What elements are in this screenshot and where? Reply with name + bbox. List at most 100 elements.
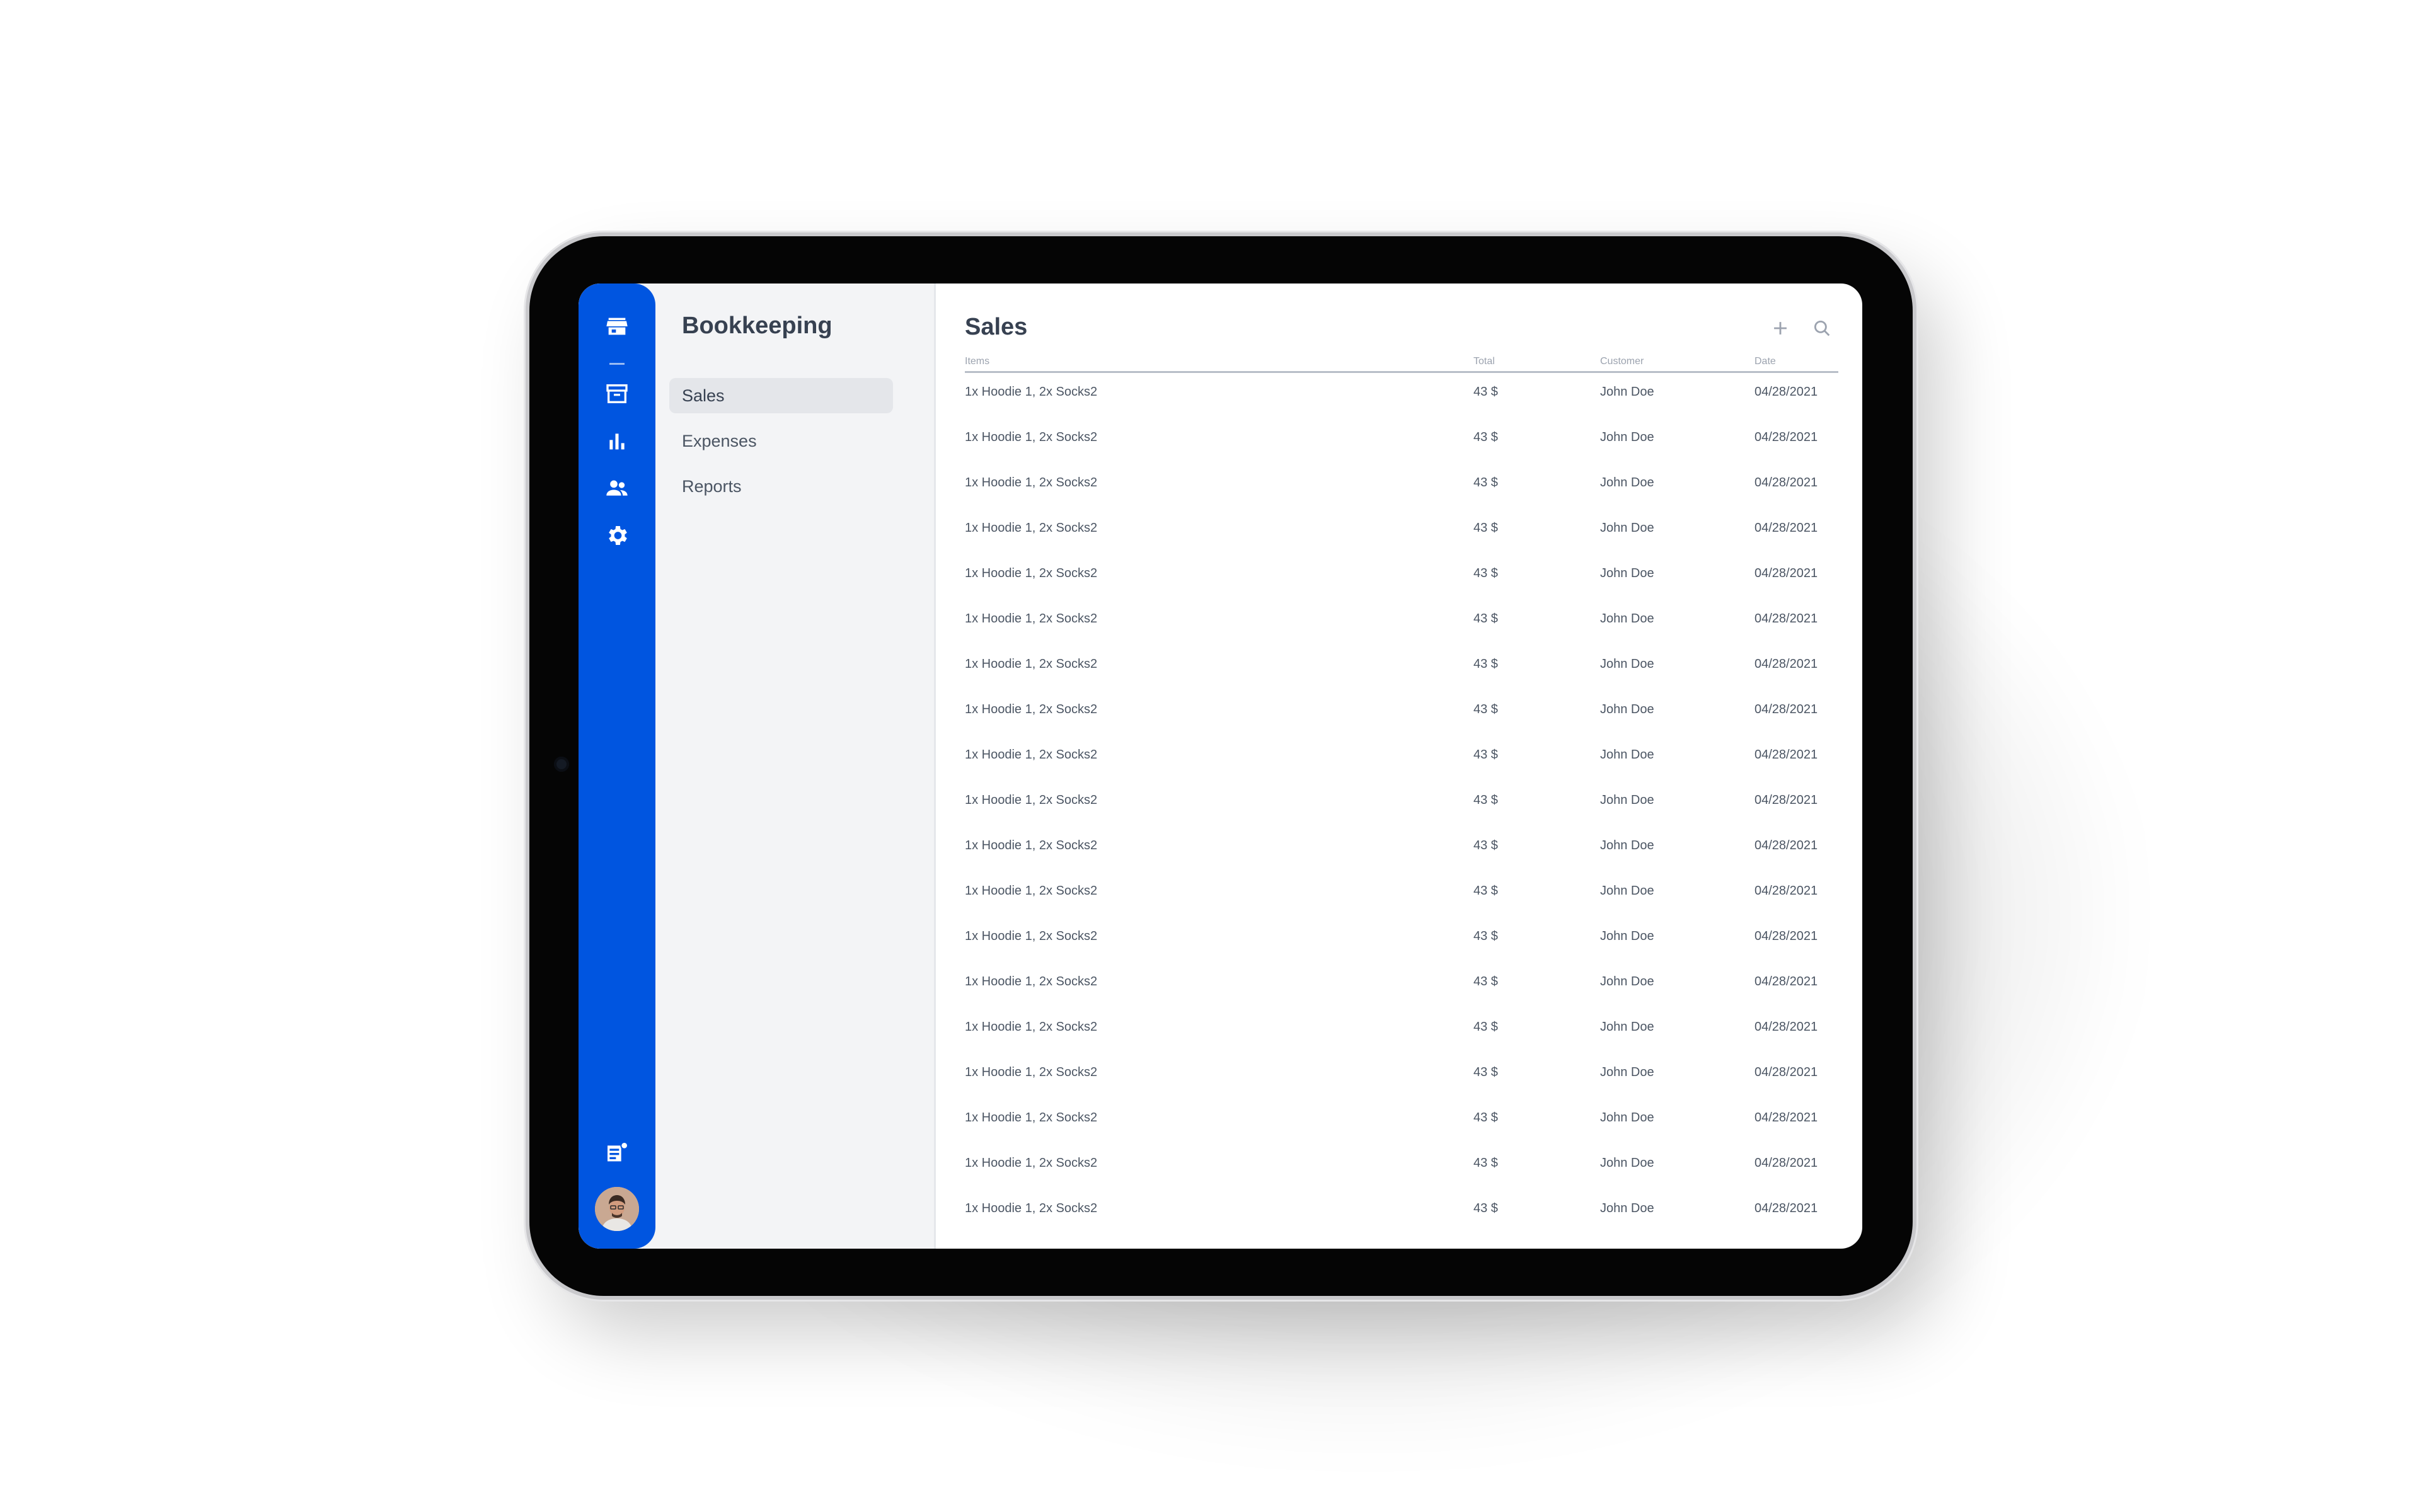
cell-items: 1x Hoodie 1, 2x Socks2 <box>965 1156 1098 1170</box>
table-row[interactable]: 1x Hoodie 1, 2x Socks2 43 $ John Doe 04/28/… <box>965 600 1838 646</box>
column-header-date[interactable]: Date <box>1754 356 1776 367</box>
cell-customer: John Doe <box>1600 1065 1654 1079</box>
table-row[interactable]: 1x Hoodie 1, 2x Socks2 43 $ John Doe 04/28/… <box>965 1009 1838 1054</box>
front-camera <box>554 757 569 772</box>
cell-customer: John Doe <box>1600 702 1654 716</box>
table-row[interactable]: 1x Hoodie 1, 2x Socks2 43 $ John Doe 04/28/… <box>965 464 1838 510</box>
cell-customer: John Doe <box>1600 975 1654 988</box>
table-row[interactable]: 1x Hoodie 1, 2x Socks2 43 $ John Doe 04/28/… <box>965 1099 1838 1145</box>
rail-divider <box>609 363 625 365</box>
main-content: Sales Items Total Customer Date 1x Hoodi… <box>934 284 1862 1249</box>
cell-total: 43 $ <box>1473 975 1498 988</box>
cell-date: 04/28/2021 <box>1754 929 1818 943</box>
cell-date: 04/28/2021 <box>1754 521 1818 535</box>
cell-customer: John Doe <box>1600 657 1654 671</box>
page-title: Sales <box>965 314 1028 340</box>
cell-total: 43 $ <box>1473 430 1498 444</box>
cell-total: 43 $ <box>1473 1111 1498 1125</box>
table-row[interactable]: 1x Hoodie 1, 2x Socks2 43 $ John Doe 04/28/… <box>965 918 1838 963</box>
cell-customer: John Doe <box>1600 1156 1654 1170</box>
add-icon[interactable] <box>1770 318 1791 339</box>
cell-total: 43 $ <box>1473 385 1498 399</box>
cell-date: 04/28/2021 <box>1754 476 1818 490</box>
cell-total: 43 $ <box>1473 612 1498 626</box>
column-header-total[interactable]: Total <box>1473 356 1495 367</box>
cell-customer: John Doe <box>1600 839 1654 852</box>
cell-items: 1x Hoodie 1, 2x Socks2 <box>965 702 1098 716</box>
table-row[interactable]: 1x Hoodie 1, 2x Socks2 43 $ John Doe 04/28/… <box>965 374 1838 419</box>
column-header-items[interactable]: Items <box>965 356 989 367</box>
cell-date: 04/28/2021 <box>1754 975 1818 988</box>
cell-total: 43 $ <box>1473 884 1498 898</box>
table-header: Items Total Customer Date <box>965 356 1838 373</box>
sidebar-item-sales[interactable]: Sales <box>669 378 893 413</box>
archive-icon[interactable] <box>604 381 630 406</box>
cell-total: 43 $ <box>1473 839 1498 852</box>
bar-chart-icon[interactable] <box>604 428 630 454</box>
cell-total: 43 $ <box>1473 748 1498 762</box>
table-row[interactable]: 1x Hoodie 1, 2x Socks2 43 $ John Doe 04/28/… <box>965 782 1838 827</box>
cell-date: 04/28/2021 <box>1754 884 1818 898</box>
users-icon[interactable] <box>604 476 630 501</box>
table-row[interactable]: 1x Hoodie 1, 2x Socks2 43 $ John Doe 04/28/… <box>965 736 1838 782</box>
cell-items: 1x Hoodie 1, 2x Socks2 <box>965 1065 1098 1079</box>
cell-customer: John Doe <box>1600 1020 1654 1034</box>
cell-date: 04/28/2021 <box>1754 1156 1818 1170</box>
cell-items: 1x Hoodie 1, 2x Socks2 <box>965 612 1098 626</box>
table-row[interactable]: 1x Hoodie 1, 2x Socks2 43 $ John Doe 04/28/… <box>965 555 1838 600</box>
cell-date: 04/28/2021 <box>1754 657 1818 671</box>
sales-table-body: 1x Hoodie 1, 2x Socks2 43 $ John Doe 04/28/… <box>965 374 1838 1235</box>
cell-customer: John Doe <box>1600 521 1654 535</box>
cell-items: 1x Hoodie 1, 2x Socks2 <box>965 1201 1098 1215</box>
cell-total: 43 $ <box>1473 1065 1498 1079</box>
sidebar-item-reports[interactable]: Reports <box>669 469 893 504</box>
column-header-customer[interactable]: Customer <box>1600 356 1644 367</box>
settings-icon[interactable] <box>604 523 630 548</box>
cell-total: 43 $ <box>1473 702 1498 716</box>
table-row[interactable]: 1x Hoodie 1, 2x Socks2 43 $ John Doe 04/28/… <box>965 691 1838 736</box>
cell-date: 04/28/2021 <box>1754 612 1818 626</box>
cell-date: 04/28/2021 <box>1754 748 1818 762</box>
cell-items: 1x Hoodie 1, 2x Socks2 <box>965 566 1098 580</box>
cell-items: 1x Hoodie 1, 2x Socks2 <box>965 929 1098 943</box>
store-icon[interactable] <box>604 314 630 339</box>
cell-customer: John Doe <box>1600 793 1654 807</box>
cell-customer: John Doe <box>1600 476 1654 490</box>
search-icon[interactable] <box>1811 318 1833 339</box>
notes-icon[interactable] <box>604 1140 630 1166</box>
cell-date: 04/28/2021 <box>1754 1201 1818 1215</box>
cell-customer: John Doe <box>1600 748 1654 762</box>
sidebar-item-expenses[interactable]: Expenses <box>669 423 893 459</box>
cell-customer: John Doe <box>1600 612 1654 626</box>
table-row[interactable]: 1x Hoodie 1, 2x Socks2 43 $ John Doe 04/28/… <box>965 646 1838 691</box>
cell-items: 1x Hoodie 1, 2x Socks2 <box>965 521 1098 535</box>
cell-customer: John Doe <box>1600 929 1654 943</box>
cell-items: 1x Hoodie 1, 2x Socks2 <box>965 1020 1098 1034</box>
cell-date: 04/28/2021 <box>1754 839 1818 852</box>
user-avatar[interactable] <box>595 1187 639 1231</box>
sidebar-title: Bookkeeping <box>682 312 833 339</box>
table-row[interactable]: 1x Hoodie 1, 2x Socks2 43 $ John Doe 04/28/… <box>965 1190 1838 1235</box>
cell-total: 43 $ <box>1473 1156 1498 1170</box>
cell-date: 04/28/2021 <box>1754 430 1818 444</box>
cell-customer: John Doe <box>1600 884 1654 898</box>
cell-items: 1x Hoodie 1, 2x Socks2 <box>965 884 1098 898</box>
table-row[interactable]: 1x Hoodie 1, 2x Socks2 43 $ John Doe 04/28/… <box>965 873 1838 918</box>
table-row[interactable]: 1x Hoodie 1, 2x Socks2 43 $ John Doe 04/28/… <box>965 510 1838 555</box>
cell-total: 43 $ <box>1473 793 1498 807</box>
cell-date: 04/28/2021 <box>1754 566 1818 580</box>
table-row[interactable]: 1x Hoodie 1, 2x Socks2 43 $ John Doe 04/28/… <box>965 827 1838 873</box>
table-row[interactable]: 1x Hoodie 1, 2x Socks2 43 $ John Doe 04/28/… <box>965 1145 1838 1190</box>
cell-total: 43 $ <box>1473 1201 1498 1215</box>
cell-date: 04/28/2021 <box>1754 793 1818 807</box>
cell-total: 43 $ <box>1473 1020 1498 1034</box>
section-sidebar: Bookkeeping Sales Expenses Reports <box>643 284 936 1249</box>
table-row[interactable]: 1x Hoodie 1, 2x Socks2 43 $ John Doe 04/28/… <box>965 963 1838 1009</box>
cell-items: 1x Hoodie 1, 2x Socks2 <box>965 1111 1098 1125</box>
cell-total: 43 $ <box>1473 929 1498 943</box>
table-row[interactable]: 1x Hoodie 1, 2x Socks2 43 $ John Doe 04/28/… <box>965 419 1838 464</box>
cell-total: 43 $ <box>1473 566 1498 580</box>
cell-items: 1x Hoodie 1, 2x Socks2 <box>965 657 1098 671</box>
cell-items: 1x Hoodie 1, 2x Socks2 <box>965 385 1098 399</box>
table-row[interactable]: 1x Hoodie 1, 2x Socks2 43 $ John Doe 04/28/… <box>965 1054 1838 1099</box>
